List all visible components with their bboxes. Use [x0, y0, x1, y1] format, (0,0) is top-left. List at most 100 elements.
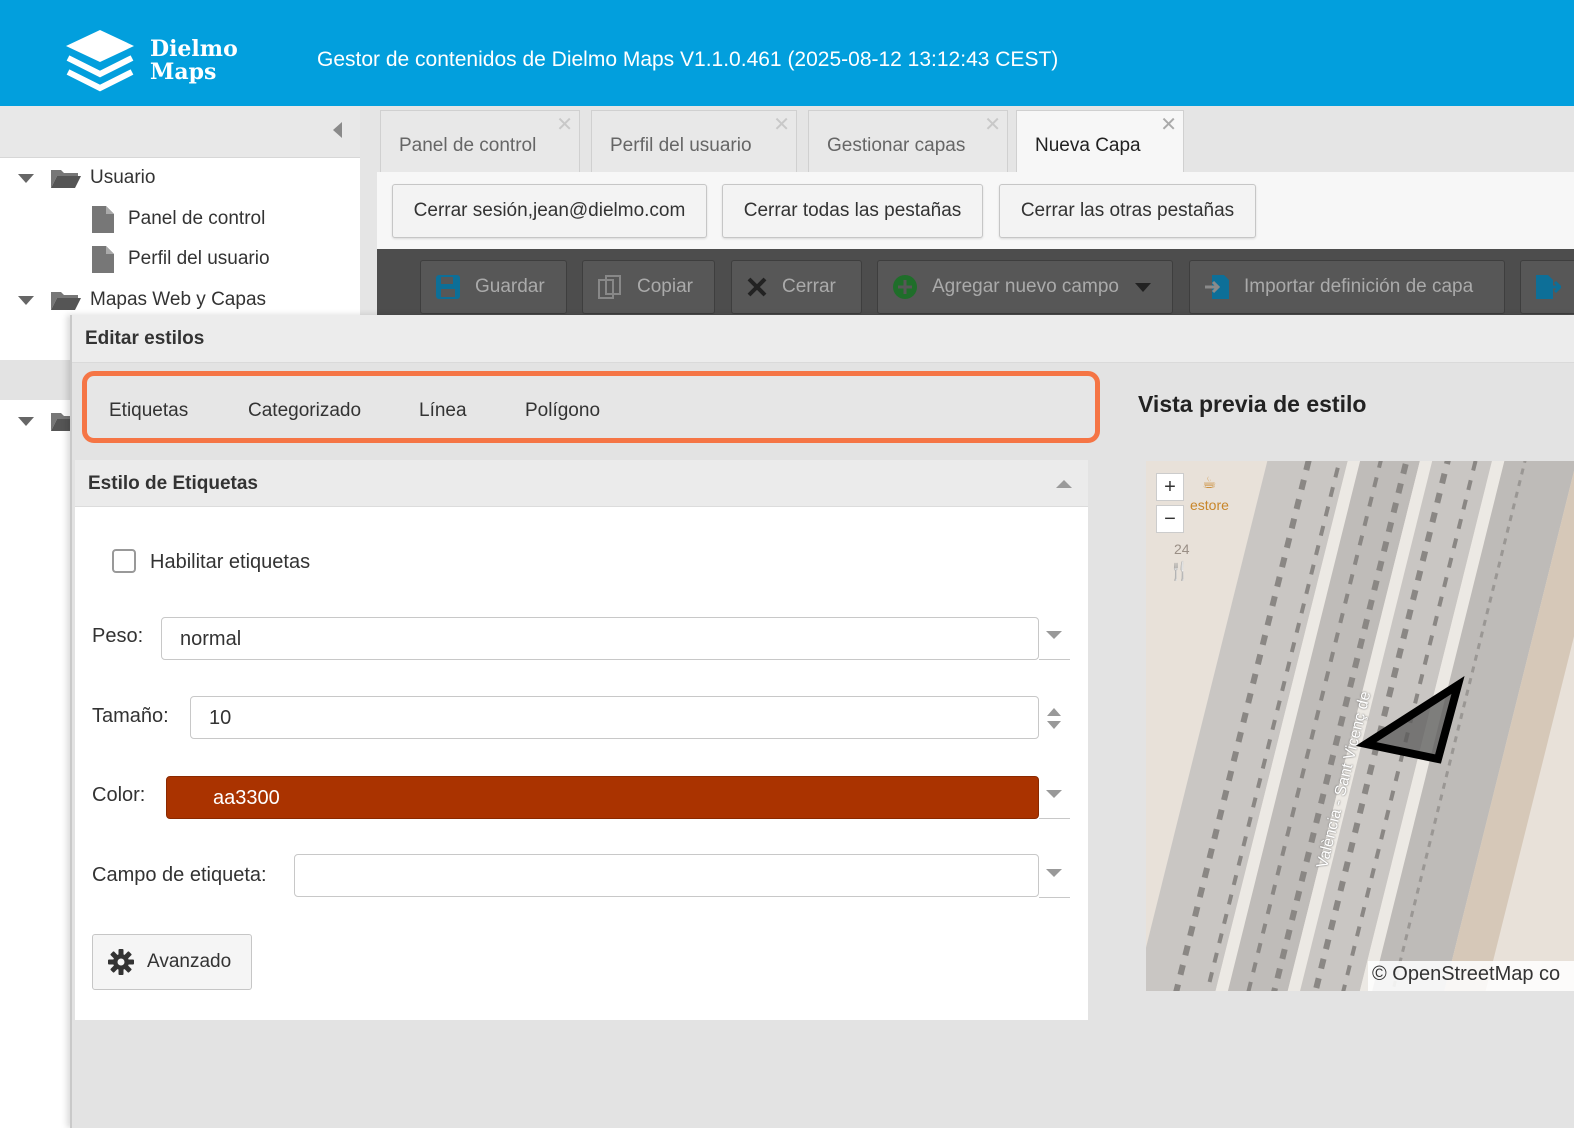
tree-node-mapas-web-y-capas[interactable]: Mapas Web y Capas [18, 283, 266, 317]
logout-button[interactable]: Cerrar sesión,jean@dielmo.com [392, 184, 707, 238]
export-icon [1536, 275, 1561, 299]
add-field-button[interactable]: Agregar nuevo campo [877, 260, 1173, 314]
tree-label: Panel de control [128, 208, 266, 229]
style-preview-map[interactable]: estore ☕ 24 🍴 València - Sant Vicenç de … [1146, 461, 1574, 991]
map-attribution[interactable]: © OpenStreetMap co [1368, 961, 1574, 991]
tab-label: Perfil del usuario [610, 135, 752, 156]
gear-icon [108, 949, 134, 975]
enable-labels-label: Habilitar etiquetas [150, 551, 311, 573]
field-underline [1039, 818, 1070, 819]
save-label: Guardar [475, 276, 545, 297]
tree-node-usuario[interactable]: Usuario [18, 161, 155, 195]
chevron-down-icon [1134, 282, 1151, 292]
layer-toolbar: Guardar Copiar Cerrar Agregar nuevo camp… [377, 249, 1574, 315]
tab-bar: Panel de control ✕ Perfil del usuario ✕ … [377, 106, 1574, 176]
advanced-label: Avanzado [147, 951, 232, 972]
tab-label: Panel de control [399, 135, 537, 156]
tab-gestionar-capas[interactable]: Gestionar capas ✕ [808, 110, 1008, 176]
file-icon [92, 245, 114, 273]
label-field-select[interactable] [294, 854, 1039, 897]
save-icon [436, 275, 460, 299]
field-underline [1039, 897, 1070, 898]
map-number-label: 24 [1174, 541, 1190, 557]
close-button[interactable]: Cerrar [731, 260, 862, 314]
collapse-sidebar-icon[interactable] [333, 122, 342, 138]
session-button-bar: Cerrar sesión,jean@dielmo.com Cerrar tod… [377, 172, 1574, 249]
copy-label: Copiar [637, 276, 693, 297]
copy-button[interactable]: Copiar [582, 260, 715, 314]
save-button[interactable]: Guardar [420, 260, 567, 314]
logo-line2: Maps [150, 59, 217, 85]
map-poi-label: estore [1190, 497, 1229, 513]
restaurant-icon: 🍴 [1168, 561, 1191, 581]
copy-icon [598, 275, 621, 299]
chevron-down-icon[interactable] [1046, 631, 1062, 639]
folder-open-icon [51, 292, 81, 310]
tree-selected-row[interactable] [0, 360, 72, 400]
chevron-down-icon[interactable] [1046, 790, 1062, 798]
field-underline [1039, 659, 1070, 660]
style-tabs: Etiquetas Categorizado Línea Polígono [82, 371, 1100, 443]
expand-arrow-icon[interactable] [18, 416, 34, 426]
add-field-label: Agregar nuevo campo [932, 276, 1119, 297]
size-input[interactable]: 10 [190, 696, 1039, 739]
weight-select[interactable]: normal [161, 617, 1039, 660]
zoom-out-button[interactable]: − [1156, 505, 1184, 533]
close-icon[interactable]: ✕ [556, 115, 573, 135]
logo-wordmark: Dielmo Maps [150, 38, 238, 84]
size-label: Tamaño: [92, 705, 169, 727]
weight-label: Peso: [92, 625, 144, 647]
import-label: Importar definición de capa [1244, 276, 1474, 297]
tab-linea[interactable]: Línea [419, 400, 467, 422]
export-button[interactable] [1520, 260, 1574, 314]
close-other-tabs-button[interactable]: Cerrar las otras pestañas [999, 184, 1256, 238]
tab-etiquetas[interactable]: Etiquetas [109, 400, 188, 422]
tab-label: Nueva Capa [1035, 135, 1141, 156]
spin-up-icon[interactable] [1047, 708, 1061, 716]
tree-node-panel-de-control[interactable]: Panel de control [92, 202, 265, 236]
close-icon[interactable]: ✕ [984, 115, 1001, 135]
close-all-tabs-button[interactable]: Cerrar todas las pestañas [722, 184, 983, 238]
enable-labels-checkbox[interactable] [112, 549, 136, 573]
tree-label: Usuario [90, 167, 156, 188]
cafe-icon: ☕ [1202, 475, 1217, 492]
color-picker[interactable]: aa3300 [166, 776, 1039, 819]
dialog-title: Editar estilos [85, 328, 205, 349]
color-label: Color: [92, 784, 146, 806]
close-icon[interactable]: ✕ [1160, 115, 1177, 135]
tab-poligono[interactable]: Polígono [525, 400, 600, 422]
expand-arrow-icon[interactable] [18, 173, 34, 183]
expand-arrow-icon[interactable] [18, 295, 34, 305]
sidebar-toolbar [0, 106, 360, 158]
tab-categorizado[interactable]: Categorizado [248, 400, 361, 422]
label-style-panel: Estilo de Etiquetas Habilitar etiquetas … [75, 460, 1088, 1020]
file-icon [92, 205, 114, 233]
app-header: Dielmo Maps Gestor de contenidos de Diel… [0, 0, 1574, 106]
app-title: Gestor de contenidos de Dielmo Maps V1.1… [317, 48, 1059, 71]
edit-styles-dialog: Editar estilos Etiquetas Categorizado Lí… [70, 315, 1574, 1128]
chevron-down-icon[interactable] [1046, 869, 1062, 877]
tab-label: Gestionar capas [827, 135, 966, 156]
import-layer-definition-button[interactable]: Importar definición de capa [1189, 260, 1505, 314]
close-label: Cerrar [782, 276, 836, 297]
tab-perfil-del-usuario[interactable]: Perfil del usuario ✕ [591, 110, 797, 176]
advanced-button[interactable]: Avanzado [92, 934, 252, 990]
label-field-label: Campo de etiqueta: [92, 864, 267, 886]
dialog-header: Editar estilos [72, 315, 1574, 363]
tab-nueva-capa[interactable]: Nueva Capa ✕ [1016, 110, 1184, 176]
tree-label: Mapas Web y Capas [90, 289, 267, 310]
style-preview-title: Vista previa de estilo [1138, 391, 1367, 417]
spin-down-icon[interactable] [1047, 721, 1061, 729]
zoom-in-button[interactable]: + [1156, 473, 1184, 501]
panel-title: Estilo de Etiquetas [88, 473, 258, 494]
close-icon[interactable]: ✕ [773, 115, 790, 135]
collapse-up-icon[interactable] [1056, 480, 1072, 488]
tree-label: Perfil del usuario [128, 248, 270, 269]
folder-open-icon [51, 170, 81, 188]
plus-circle-icon [893, 275, 917, 299]
close-x-icon [747, 277, 767, 297]
import-icon [1205, 275, 1229, 299]
tab-panel-de-control[interactable]: Panel de control ✕ [380, 110, 580, 176]
panel-header[interactable]: Estilo de Etiquetas [75, 460, 1088, 507]
tree-node-perfil-del-usuario[interactable]: Perfil del usuario [92, 242, 270, 276]
